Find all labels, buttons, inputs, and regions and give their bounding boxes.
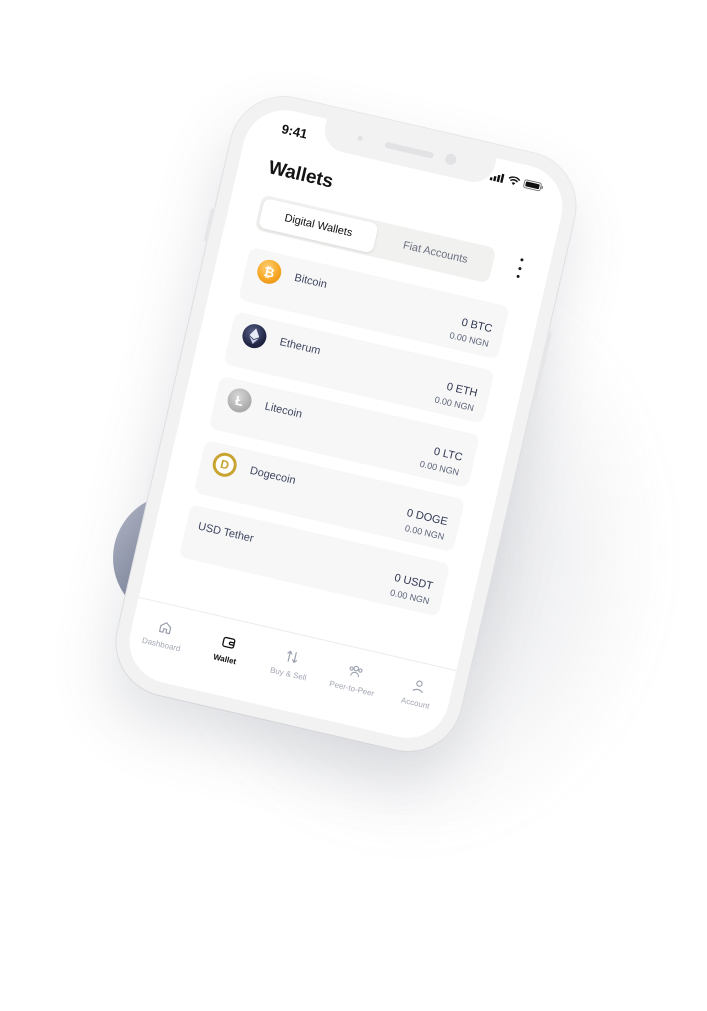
bitcoin-icon: ₿ (254, 257, 284, 287)
nav-label: Dashboard (141, 635, 182, 654)
tab-digital-wallets[interactable]: Digital Wallets (258, 197, 379, 254)
wallet-name: Litecoin (263, 400, 304, 421)
wallet-balance: 0 LTC (432, 445, 464, 464)
page-title: Wallets (266, 157, 336, 193)
nav-buy-sell[interactable]: Buy & Sell (258, 643, 323, 685)
home-icon (158, 622, 171, 635)
wallet-icon (221, 636, 236, 649)
more-dot (517, 266, 522, 270)
users-icon (349, 665, 363, 678)
nav-dashboard[interactable]: Dashboard (131, 614, 196, 656)
dogecoin-icon: D (210, 450, 240, 480)
user-icon (412, 680, 424, 694)
signal-icon (489, 173, 505, 184)
wallet-list: ₿ Bitcoin 0 BTC 0.00 NGN Etherum 0 ETH 0… (176, 246, 510, 628)
wallet-name: Bitcoin (293, 271, 329, 291)
battery-icon (523, 179, 544, 192)
phone-notch (320, 117, 497, 187)
nav-label: Buy & Sell (269, 665, 308, 683)
wallet-balance: 0 BTC (460, 316, 494, 336)
wallet-balance: 0 ETH (445, 380, 479, 400)
tab-fiat-accounts[interactable]: Fiat Accounts (374, 222, 496, 283)
ethereum-icon (240, 321, 269, 351)
litecoin-icon: Ł (225, 386, 254, 415)
front-camera (444, 152, 458, 166)
wallet-name: Dogecoin (248, 464, 297, 487)
sensor-dot (357, 135, 364, 142)
nav-account[interactable]: Account (385, 673, 450, 715)
status-icons (489, 171, 545, 192)
status-time: 9:41 (280, 121, 309, 142)
wallet-name: USD Tether (196, 520, 255, 545)
wifi-icon (508, 176, 521, 185)
swap-icon (287, 650, 298, 664)
nav-label: Peer-to-Peer (328, 679, 376, 699)
nav-wallet[interactable]: Wallet (195, 629, 260, 671)
wallet-name: Etherum (278, 336, 322, 358)
more-options-icon[interactable] (510, 257, 528, 280)
nav-peer-to-peer[interactable]: Peer-to-Peer (322, 658, 387, 700)
more-dot (515, 274, 520, 279)
speaker-grille (384, 141, 435, 159)
nav-label: Wallet (212, 652, 238, 667)
more-dot (519, 257, 524, 262)
nav-label: Account (400, 695, 431, 711)
